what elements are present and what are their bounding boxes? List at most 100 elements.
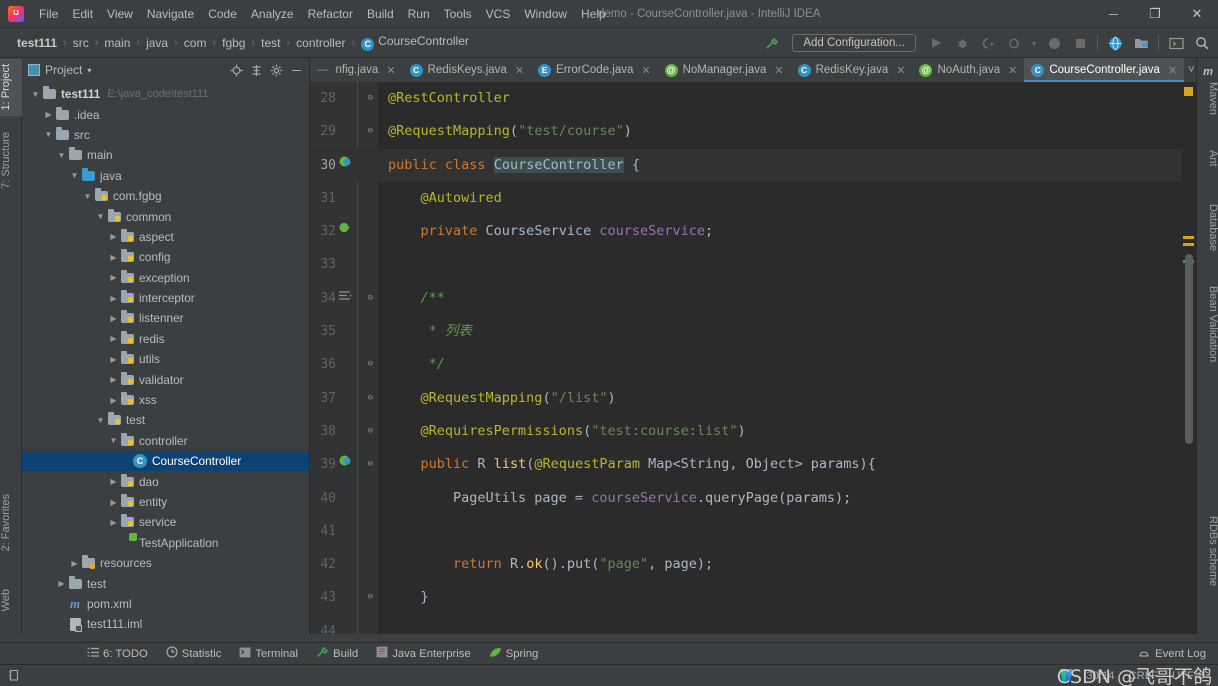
code-fold-toggle-icon[interactable]: ⊖ [368,82,373,115]
close-button[interactable]: ✕ [1176,0,1218,28]
expand-arrow-open-icon[interactable]: ▼ [82,192,93,201]
tree-node-coursecontroller[interactable]: C CourseController [22,451,309,472]
expand-arrow-closed-icon[interactable]: ▶ [108,314,119,323]
gutter-line-39[interactable]: 39 ⊖ [310,448,378,481]
close-tab-icon[interactable]: ✕ [386,64,395,77]
code-line-44[interactable] [378,615,1182,634]
editor-scrollbar[interactable] [1182,82,1196,634]
version-control-icon[interactable] [1060,669,1072,682]
right-tab-rdbs-scheme[interactable]: RDBs scheme [1197,510,1218,592]
menu-item-tools[interactable]: Tools [437,3,479,25]
caret-position[interactable]: 30:14 [1086,670,1114,682]
expand-arrow-closed-icon[interactable]: ▶ [108,273,119,282]
sidebar-item-project[interactable]: 1: Project [0,58,22,117]
gutter-line-44[interactable]: 44 [310,615,378,634]
code-fold-toggle-icon[interactable]: ⊖ [368,415,373,448]
expand-arrow-open-icon[interactable]: ▼ [56,151,67,160]
breadcrumb-item-main[interactable]: main [101,34,133,52]
gutter-line-35[interactable]: 35 [310,315,378,348]
expand-arrow-closed-icon[interactable]: ▶ [108,498,119,507]
menu-item-run[interactable]: Run [401,3,437,25]
breadcrumb-item-test111[interactable]: test111 [14,34,60,52]
terminal-icon[interactable] [1164,31,1188,55]
tree-node-listenner[interactable]: ▶ listenner [22,308,309,328]
tree-node-resources[interactable]: ▶ resources [22,553,309,573]
expand-arrow-closed-icon[interactable]: ▶ [108,396,119,405]
gutter-line-42[interactable]: 42 [310,548,378,581]
tree-node-test[interactable]: ▶ test [22,573,309,593]
editor-tab-errorcode-java[interactable]: E ErrorCode.java ✕ [531,58,658,82]
editor-tab-nomanager-java[interactable]: NoManager.java ✕ [658,58,791,82]
chevron-down-icon[interactable]: ▾ [1028,31,1040,55]
documentation-gutter-icon[interactable] [338,290,352,302]
breadcrumb-item-src[interactable]: src [70,34,92,52]
bottom-tab-statistic[interactable]: Statistic [157,643,231,665]
gutter-line-32[interactable]: 32 [310,215,378,248]
gutter-line-37[interactable]: 37 ⊖ [310,382,378,415]
event-log-button[interactable]: Event Log [1126,648,1218,660]
scrollbar-thumb[interactable] [1185,254,1193,444]
tree-node-main[interactable]: ▼ main [22,145,309,165]
tree-node-xss[interactable]: ▶ xss [22,390,309,410]
expand-arrow-closed-icon[interactable]: ▶ [108,375,119,384]
tree-node-src[interactable]: ▼ src [22,125,309,145]
sidebar-item-favorites[interactable]: 2: Favorites [0,488,22,557]
minimize-button[interactable] [1092,0,1134,28]
code-line-41[interactable] [378,515,1182,548]
menu-item-file[interactable]: File [32,3,65,25]
code-line-37[interactable]: @RequestMapping("/list") [378,382,1182,415]
bottom-tab-spring[interactable]: Spring [480,643,548,665]
tabs-overflow-chevron-icon[interactable]: ˅ [1188,64,1194,76]
menu-item-build[interactable]: Build [360,3,401,25]
code-line-35[interactable]: * 列表 [378,315,1182,348]
code-line-34[interactable]: /** [378,282,1182,315]
expand-arrow-closed-icon[interactable]: ▶ [108,334,119,343]
code-fold-toggle-icon[interactable]: ⊖ [368,581,373,614]
tree-node-test111[interactable]: ▼ test111 E:\java_code\test111 [22,84,309,104]
tree-node-interceptor[interactable]: ▶ interceptor [22,288,309,308]
menu-item-vcs[interactable]: VCS [479,3,518,25]
menu-item-refactor[interactable]: Refactor [301,3,360,25]
gutter-line-41[interactable]: 41 [310,515,378,548]
close-tab-icon[interactable]: ✕ [1168,64,1177,77]
code-line-33[interactable] [378,248,1182,281]
gutter-line-34[interactable]: 34 ⊖ [310,282,378,315]
collapse-all-icon[interactable] [247,61,265,79]
tree-node-pom-xml[interactable]: m pom.xml [22,594,309,614]
sidebar-item-web[interactable]: Web [0,583,22,617]
code-line-32[interactable]: private CourseService courseService; [378,215,1182,248]
code-line-43[interactable]: } [378,581,1182,614]
close-tab-icon[interactable]: ✕ [641,64,650,77]
code-fold-toggle-icon[interactable]: ⊖ [368,448,373,481]
breadcrumb-item-java[interactable]: java [143,34,171,52]
expand-arrow-closed-icon[interactable]: ▶ [108,232,119,241]
code-line-29[interactable]: @RequestMapping("test/course") [378,115,1182,148]
gutter-line-40[interactable]: 40 [310,482,378,515]
bottom-tab-build[interactable]: Build [307,643,367,665]
editor-tab-rediskey-java[interactable]: C RedisKey.java ✕ [791,58,913,82]
expand-arrow-closed-icon[interactable]: ▶ [108,294,119,303]
spring-bean-gutter-icon[interactable] [338,154,353,169]
right-tab-bean-validation[interactable]: Bean Validation [1197,280,1218,368]
tree-node-com-fgbg[interactable]: ▼ com.fgbg [22,186,309,206]
line-separator[interactable]: CRLF [1128,670,1158,682]
expand-arrow-open-icon[interactable]: ▼ [43,130,54,139]
menu-item-view[interactable]: View [100,3,140,25]
tree-node-aspect[interactable]: ▶ aspect [22,227,309,247]
gutter-line-31[interactable]: 31 [310,182,378,215]
expand-arrow-open-icon[interactable]: ▼ [30,90,41,99]
editor-gutter[interactable]: 28 ⊖ 29 ⊖ 30 31 32 33 34 ⊖ 35 36 ⊖ 37 ⊖ 38 ⊖ 39 ⊖ 40 41 42 43 ⊖… [310,82,378,634]
close-tab-icon[interactable]: ✕ [515,64,524,77]
code-text[interactable]: @RestController @RequestMapping("test/cou… [378,82,1182,634]
editor-tab-noauth-java[interactable]: NoAuth.java ✕ [912,58,1024,82]
expand-arrow-closed-icon[interactable]: ▶ [108,355,119,364]
scrollbar-warning-marker[interactable] [1184,87,1193,96]
tree-node-redis[interactable]: ▶ redis [22,329,309,349]
breadcrumb-item-test[interactable]: test [258,34,283,52]
project-structure-icon[interactable] [1129,31,1153,55]
breadcrumb-item-fgbg[interactable]: fgbg [219,34,248,52]
gutter-line-38[interactable]: 38 ⊖ [310,415,378,448]
code-line-40[interactable]: PageUtils page = courseService.queryPage… [378,482,1182,515]
code-line-42[interactable]: return R.ok().put("page", page); [378,548,1182,581]
profiler-icon[interactable] [1002,31,1026,55]
